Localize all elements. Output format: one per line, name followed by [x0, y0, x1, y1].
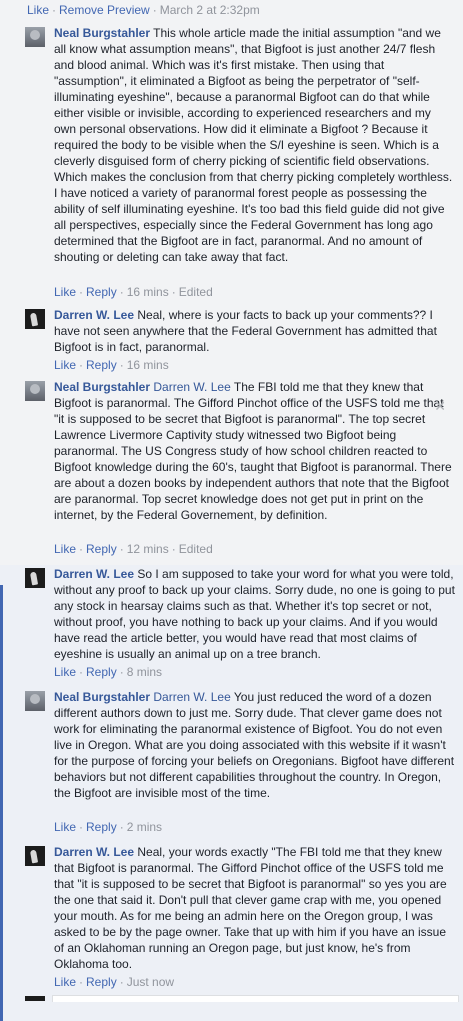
comment-text: The FBI told me that they knew that Bigf…: [54, 380, 452, 522]
separator: ·: [119, 285, 124, 299]
remove-preview-link[interactable]: Remove Preview: [59, 3, 150, 17]
comment-text: Neal, your words exactly "The FBI told m…: [54, 845, 447, 971]
like-link[interactable]: Like: [54, 358, 76, 372]
comment-author[interactable]: Darren W. Lee: [54, 567, 134, 581]
avatar[interactable]: [25, 27, 45, 47]
comment-body: Darren W. Lee Neal, your words exactly "…: [54, 844, 456, 972]
mention-link[interactable]: Darren W. Lee: [153, 690, 230, 704]
comment-actions: Like · Reply · 8 mins: [54, 664, 162, 680]
avatar[interactable]: [25, 846, 45, 866]
comment-body: Darren W. Lee Neal, where is your facts …: [54, 307, 456, 355]
comment-author[interactable]: Darren W. Lee: [54, 308, 134, 322]
reply-avatar: [25, 996, 45, 1001]
like-link[interactable]: Like: [54, 975, 76, 989]
separator: ·: [119, 542, 124, 556]
separator: ·: [52, 3, 57, 17]
edited-label[interactable]: Edited: [179, 285, 213, 299]
separator: ·: [119, 975, 124, 989]
comment-actions: Like · Reply · Just now: [54, 974, 174, 990]
comment-actions: Like · Reply · 16 mins: [54, 357, 169, 373]
comment-time[interactable]: 12 mins: [127, 542, 169, 556]
comment-time[interactable]: 8 mins: [127, 665, 162, 679]
new-comments-indicator: [0, 585, 3, 1021]
comment-body: Neal Burgstahler Darren W. Lee You just …: [54, 689, 456, 801]
comment-body: Neal Burgstahler Darren W. Lee The FBI t…: [54, 379, 456, 523]
like-link[interactable]: Like: [54, 542, 76, 556]
separator: ·: [79, 542, 84, 556]
comment-item: Neal Burgstahler Darren W. Lee You just …: [25, 689, 457, 846]
comment-author[interactable]: Neal Burgstahler: [54, 690, 150, 704]
separator: ·: [119, 665, 124, 679]
comment-author[interactable]: Neal Burgstahler: [54, 380, 150, 394]
top-action-row: Like · Remove Preview · March 2 at 2:32pm: [27, 1, 260, 19]
mention-link[interactable]: Darren W. Lee: [153, 380, 230, 394]
like-link[interactable]: Like: [54, 665, 76, 679]
separator: ·: [152, 3, 157, 17]
comment-time[interactable]: Just now: [127, 975, 174, 989]
comment-text: You just reduced the word of a dozen dif…: [54, 690, 455, 800]
separator: ·: [79, 820, 84, 834]
comment-time[interactable]: 16 mins: [127, 285, 169, 299]
avatar[interactable]: [25, 309, 45, 329]
separator: ·: [79, 285, 84, 299]
comment-actions: Like · Reply · 16 mins · Edited: [54, 284, 213, 300]
comment-thread: Neal Burgstahler This whole article made…: [0, 20, 463, 1021]
like-link[interactable]: Like: [54, 285, 76, 299]
comment-actions: Like · Reply · 2 mins: [54, 819, 162, 835]
separator: ·: [79, 358, 84, 372]
comment-item: Darren W. Lee So I am supposed to take y…: [25, 566, 457, 683]
reply-link[interactable]: Reply: [86, 820, 117, 834]
comment-item: Neal Burgstahler This whole article made…: [25, 25, 457, 302]
separator: ·: [79, 665, 84, 679]
comment-text: This whole article made the initial assu…: [54, 26, 453, 264]
avatar[interactable]: [25, 381, 45, 401]
reply-link[interactable]: Reply: [86, 285, 117, 299]
separator: ·: [171, 285, 176, 299]
comment-item: Darren W. Lee Neal, your words exactly "…: [25, 844, 457, 996]
comment-item: Neal Burgstahler Darren W. Lee The FBI t…: [25, 379, 457, 561]
comment-time[interactable]: 2 mins: [127, 820, 162, 834]
separator: ·: [79, 975, 84, 989]
comment-author[interactable]: Darren W. Lee: [54, 845, 134, 859]
comment-author[interactable]: Neal Burgstahler: [54, 26, 150, 40]
timestamp[interactable]: March 2 at 2:32pm: [160, 3, 260, 17]
reply-link[interactable]: Reply: [86, 975, 117, 989]
comment-item: Darren W. Lee Neal, where is your facts …: [25, 307, 457, 389]
separator: ·: [171, 542, 176, 556]
close-icon[interactable]: ✕: [434, 399, 446, 413]
reply-link[interactable]: Reply: [86, 358, 117, 372]
reply-link[interactable]: Reply: [86, 542, 117, 556]
comment-text: So I am supposed to take your word for w…: [54, 567, 455, 661]
comment-actions: Like · Reply · 12 mins · Edited: [54, 541, 213, 557]
comment-time[interactable]: 16 mins: [127, 358, 169, 372]
like-link[interactable]: Like: [27, 3, 49, 17]
separator: ·: [119, 820, 124, 834]
avatar[interactable]: [25, 568, 45, 588]
comment-body: Neal Burgstahler This whole article made…: [54, 25, 456, 265]
like-link[interactable]: Like: [54, 820, 76, 834]
separator: ·: [119, 358, 124, 372]
avatar[interactable]: [25, 691, 45, 711]
reply-link[interactable]: Reply: [86, 665, 117, 679]
edited-label[interactable]: Edited: [179, 542, 213, 556]
top-action-bar: Like · Remove Preview · March 2 at 2:32pm: [0, 0, 463, 20]
comment-body: Darren W. Lee So I am supposed to take y…: [54, 566, 456, 662]
